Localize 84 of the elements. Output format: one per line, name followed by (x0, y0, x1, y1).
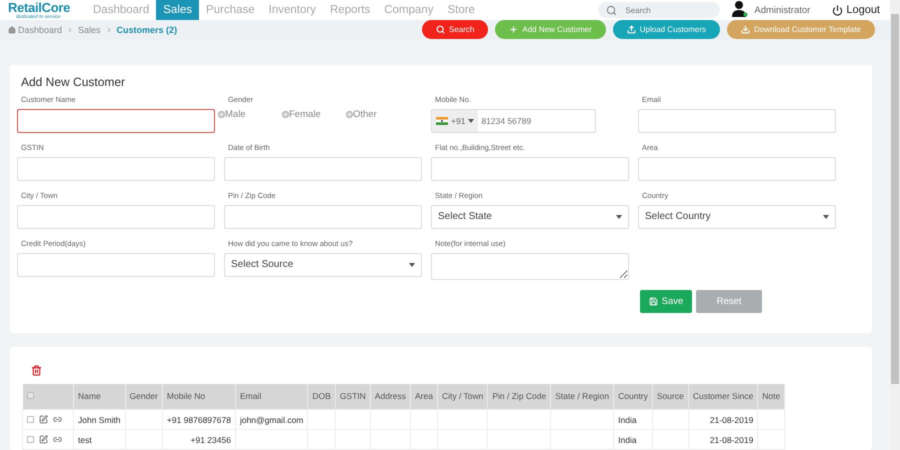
action-button[interactable]: Download Customer Template (726, 20, 875, 40)
table-cell: 21-08-2019 (710, 414, 754, 424)
logout-link[interactable]: Logout (832, 4, 880, 16)
link-icon[interactable] (53, 415, 62, 424)
table-cell: India (618, 414, 637, 424)
nav-item[interactable]: Dashboard (86, 0, 156, 20)
note-field[interactable] (431, 252, 629, 280)
column-header: DOB (308, 384, 336, 410)
nav-item[interactable]: Reports (322, 0, 378, 20)
column-header: Address (370, 384, 410, 410)
select-value: Select State (438, 211, 492, 222)
column-header: Pin / Zip Code (488, 384, 551, 410)
flag-icon (436, 116, 448, 124)
download-icon (740, 25, 750, 34)
user-name: Administrator (754, 4, 810, 16)
search-input[interactable]: Search (623, 4, 704, 16)
table-cell: John Smith (78, 414, 121, 424)
checkbox[interactable] (26, 392, 34, 400)
table-cell: 21-08-2019 (710, 434, 754, 444)
dial-code[interactable]: +91 (451, 116, 466, 126)
column-header: Gender (125, 384, 162, 410)
table-cell: +91 23456 (190, 434, 231, 444)
plus-icon (509, 25, 518, 34)
search-icon (606, 4, 618, 16)
breadcrumb-link[interactable]: Customers (2) (116, 24, 178, 35)
select-value: Select Country (645, 211, 711, 222)
breadcrumb-link[interactable]: Sales (78, 24, 101, 35)
radio-label: Other (353, 108, 377, 120)
home-icon (8, 26, 16, 34)
column-header: Source (652, 384, 688, 410)
save-icon (648, 296, 658, 306)
nav-item[interactable]: Purchase (199, 0, 262, 20)
save-button[interactable]: Save (640, 290, 692, 312)
scrollbar[interactable] (890, 0, 900, 450)
brand-logo[interactable]: RetailCore (8, 0, 78, 14)
column-header: Note (758, 384, 785, 410)
delete-icon[interactable] (31, 364, 42, 376)
column-header: Area (410, 384, 438, 410)
radio-label: Female (289, 108, 321, 120)
nav-item[interactable]: Inventory (262, 0, 323, 20)
column-header: Country (614, 384, 652, 410)
edit-icon[interactable] (39, 435, 48, 444)
action-button[interactable]: Add New Customer (495, 20, 606, 40)
nav-item[interactable]: Sales (156, 0, 200, 20)
table-cell: +91 9876897678 (166, 414, 231, 424)
edit-icon[interactable] (39, 415, 48, 424)
caret-icon (823, 214, 829, 218)
phone-field[interactable]: +91 81234 56789 (431, 108, 596, 132)
table-cell: john@gmail.com (240, 414, 304, 424)
select-field[interactable]: Select State (431, 204, 629, 228)
column-header: Mobile No (162, 384, 236, 410)
breadcrumb-link[interactable]: Dashboard (8, 24, 62, 35)
text-field[interactable] (17, 108, 215, 132)
radio-button[interactable] (218, 110, 225, 118)
radio-label: Male (225, 108, 246, 120)
search-icon (436, 25, 446, 34)
nav-item[interactable]: Company (377, 0, 440, 20)
column-header: GSTIN (335, 384, 370, 410)
column-header: Customer Since (688, 384, 758, 410)
checkbox[interactable] (27, 416, 34, 423)
select-field[interactable]: Select Source (224, 252, 422, 276)
user-icon (732, 0, 748, 17)
action-button[interactable]: Search (422, 20, 488, 40)
caret-icon (616, 214, 622, 218)
nav-item[interactable]: Store (440, 0, 482, 20)
power-icon (832, 4, 844, 16)
column-header: Email (235, 384, 308, 410)
checkbox[interactable] (27, 436, 34, 443)
search-field[interactable]: Search (598, 2, 720, 18)
caret-icon (468, 118, 474, 122)
select-field[interactable]: Select Country (638, 204, 836, 228)
action-button[interactable]: Upload Customers (612, 20, 720, 40)
column-header: State / Region (550, 384, 614, 410)
table-cell: test (78, 434, 92, 444)
link-icon[interactable] (53, 435, 62, 444)
column-header: Name (74, 384, 126, 410)
column-header: City / Town (437, 384, 488, 410)
radio-button[interactable] (282, 110, 289, 118)
form-title: Add New Customer (20, 74, 126, 88)
upload-icon (626, 25, 636, 34)
select-value: Select Source (231, 259, 294, 270)
table-cell: India (618, 434, 637, 444)
radio-button[interactable] (346, 110, 353, 118)
caret-icon (409, 262, 415, 266)
